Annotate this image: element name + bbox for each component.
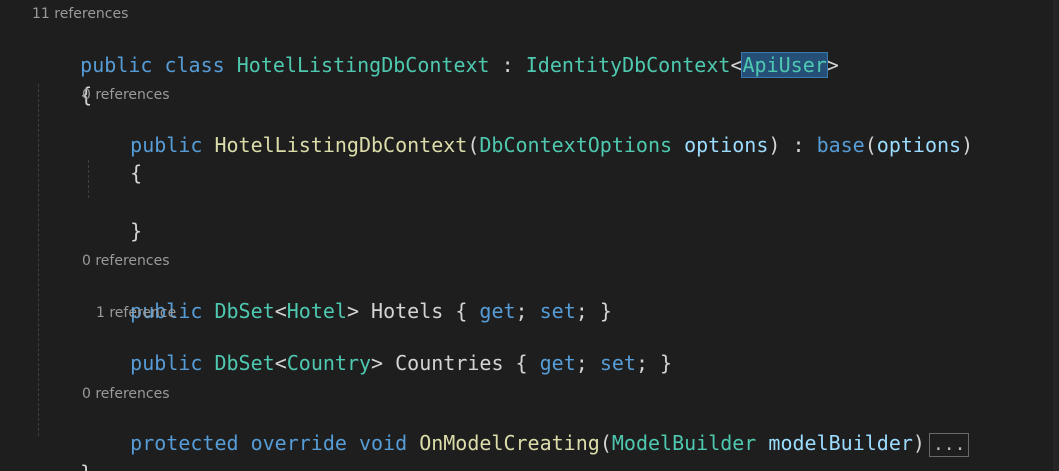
codelens-class-references[interactable]: 11 references	[32, 6, 128, 22]
param-name[interactable]: options	[684, 133, 768, 157]
keyword-override: override	[250, 431, 347, 455]
keyword-set: set	[539, 299, 576, 323]
code-line-open-brace[interactable]: {	[32, 56, 92, 107]
code-editor[interactable]: 11 references public class HotelListingD…	[0, 0, 1059, 471]
param-name[interactable]: modelBuilder	[768, 431, 913, 455]
code-line-close-brace[interactable]: }	[32, 434, 92, 471]
property-name[interactable]: Countries	[395, 351, 503, 375]
keyword-void: void	[358, 431, 408, 455]
codelens-countries-references[interactable]: 1 reference	[96, 305, 176, 321]
generic-open: <	[730, 53, 743, 77]
property-name[interactable]: Hotels	[371, 299, 443, 323]
generic-close: >	[826, 53, 839, 77]
codelens-ctor-references[interactable]: 0 references	[82, 87, 170, 103]
code-line-countries-property[interactable]: public DbSet<Country> Countries { get; s…	[82, 324, 672, 375]
generic-type-highlighted[interactable]: ApiUser	[741, 52, 828, 78]
keyword-public: public	[130, 351, 203, 375]
code-line-hotels-property[interactable]: public DbSet<Hotel> Hotels { get; set; }	[82, 272, 612, 323]
method-name[interactable]: OnModelCreating	[419, 431, 600, 455]
vertical-scrollbar[interactable]	[1053, 0, 1059, 471]
accessor-open: {	[443, 299, 480, 323]
keyword-get: get	[479, 299, 516, 323]
keyword-set: set	[599, 351, 636, 375]
codelens-model-references[interactable]: 0 references	[82, 386, 170, 402]
class-name[interactable]: HotelListingDbContext	[237, 53, 490, 77]
constructor-name[interactable]: HotelListingDbContext	[214, 133, 467, 157]
dbset-type[interactable]: DbSet	[214, 299, 274, 323]
collapsed-region-button[interactable]: ...	[928, 432, 970, 457]
colon: :	[780, 133, 817, 157]
generic-type[interactable]: Hotel	[287, 299, 347, 323]
keyword-get: get	[539, 351, 576, 375]
accessor-close: ; }	[575, 299, 612, 323]
keyword-protected: protected	[130, 431, 239, 455]
paren-close: )	[912, 431, 925, 455]
base-type[interactable]: IdentityDbContext	[526, 53, 731, 77]
semicolon: ;	[515, 299, 540, 323]
base-arg[interactable]: options	[877, 133, 961, 157]
accessor-open: {	[503, 351, 540, 375]
paren-close: )	[768, 133, 781, 157]
code-line-class-declaration[interactable]: public class HotelListingDbContext : Ide…	[32, 26, 839, 78]
colon: :	[489, 53, 526, 77]
param-type[interactable]: DbContextOptions	[479, 133, 672, 157]
param-type[interactable]: ModelBuilder	[612, 431, 757, 455]
paren-open: (	[467, 133, 480, 157]
accessor-close: ; }	[635, 351, 673, 375]
indent-guide-outer	[38, 84, 39, 436]
generic-open: <	[274, 351, 287, 375]
paren-open: (	[864, 133, 877, 157]
generic-open: <	[274, 299, 287, 323]
generic-close: >	[346, 299, 359, 323]
close-brace: }	[80, 461, 92, 471]
generic-type[interactable]: Country	[287, 351, 371, 375]
code-line-ctor-close-brace[interactable]: }	[82, 192, 142, 243]
semicolon: ;	[575, 351, 600, 375]
ctor-open-brace: {	[130, 161, 143, 185]
ctor-close-brace: }	[130, 219, 143, 243]
dbset-type[interactable]: DbSet	[214, 351, 274, 375]
paren-open: (	[599, 431, 612, 455]
paren-close: )	[961, 133, 974, 157]
keyword-class: class	[164, 53, 225, 77]
codelens-hotels-references[interactable]: 0 references	[82, 253, 170, 269]
code-line-constructor[interactable]: public HotelListingDbContext(DbContextOp…	[82, 106, 973, 157]
generic-close: >	[371, 351, 384, 375]
code-line-on-model-creating[interactable]: protected override void OnModelCreating(…	[82, 404, 970, 457]
code-line-ctor-open-brace[interactable]: {	[82, 134, 142, 185]
keyword-base: base	[816, 133, 865, 157]
